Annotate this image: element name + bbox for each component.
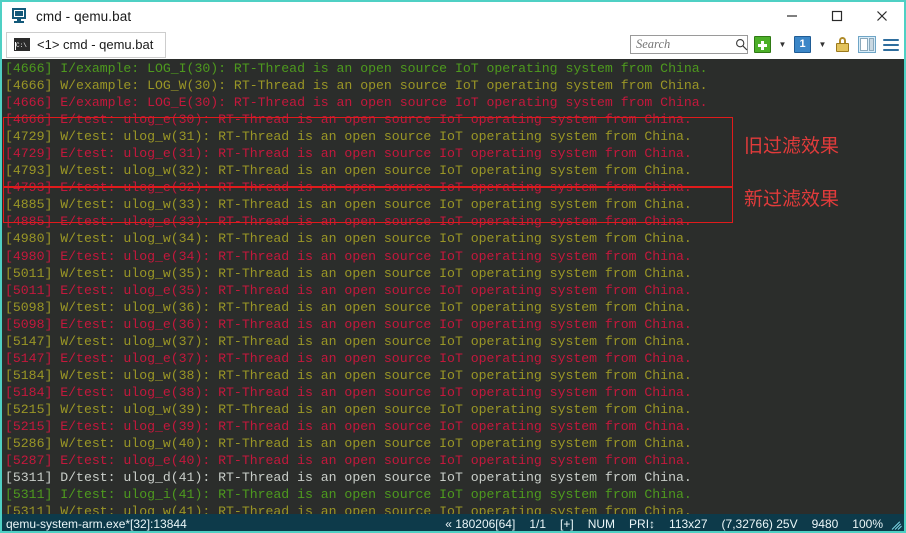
maximize-button[interactable] [814, 2, 859, 30]
tab-cmd-qemu[interactable]: <1> cmd - qemu.bat [6, 32, 166, 58]
annotation-label: 新过滤效果 [744, 190, 839, 209]
close-button[interactable] [859, 2, 904, 30]
tab-strip: <1> cmd - qemu.bat ▼ 1 ▼ [2, 30, 904, 59]
status-scroll-marker: « 180206[64] [438, 517, 522, 531]
status-size: 113x27 [662, 517, 714, 531]
lock-button[interactable] [833, 35, 852, 54]
status-process: qemu-system-arm.exe*[32]:13844 [2, 517, 187, 531]
minimize-button[interactable] [769, 2, 814, 30]
annotation-label: 旧过滤效果 [744, 137, 839, 156]
status-zoom: 100% [845, 517, 890, 531]
padlock-icon [836, 37, 849, 52]
log-line: [4666] E/example: LOG_E(30): RT-Thread i… [5, 94, 904, 111]
log-line: [4666] W/example: LOG_W(30): RT-Thread i… [5, 77, 904, 94]
log-line: [4885] E/test: ulog_e(33): RT-Thread is … [5, 213, 904, 230]
log-line: [4980] W/test: ulog_w(34): RT-Thread is … [5, 230, 904, 247]
window-controls [769, 2, 904, 30]
toolbar: ▼ 1 ▼ [630, 30, 900, 59]
status-tab-index: 1/1 [522, 517, 553, 531]
log-line: [5011] W/test: ulog_w(35): RT-Thread is … [5, 265, 904, 282]
log-line: [5184] W/test: ulog_w(38): RT-Thread is … [5, 367, 904, 384]
search-box[interactable] [630, 35, 748, 54]
status-plus: [+] [553, 517, 581, 531]
log-line: [5147] E/test: ulog_e(37): RT-Thread is … [5, 350, 904, 367]
log-line: [4666] E/test: ulog_e(30): RT-Thread is … [5, 111, 904, 128]
hamburger-menu-icon [883, 39, 899, 51]
log-line: [5147] W/test: ulog_w(37): RT-Thread is … [5, 333, 904, 350]
log-line: [4980] E/test: ulog_e(34): RT-Thread is … [5, 248, 904, 265]
cmd-console-icon [14, 38, 30, 51]
search-icon[interactable] [732, 35, 751, 54]
log-line: [5011] E/test: ulog_e(35): RT-Thread is … [5, 282, 904, 299]
log-line-list: [4666] I/example: LOG_I(30): RT-Thread i… [5, 60, 904, 514]
status-priority: PRI↕ [622, 517, 662, 531]
status-bar: qemu-system-arm.exe*[32]:13844 « 180206[… [2, 514, 904, 533]
status-right-group: « 180206[64] 1/1 [+] NUM PRI↕ 113x27 (7,… [438, 514, 904, 533]
menu-button[interactable] [881, 35, 900, 54]
log-line: [5311] W/test: ulog_w(41): RT-Thread is … [5, 503, 904, 514]
green-plus-icon [754, 36, 771, 53]
log-line: [5311] D/test: ulog_d(41): RT-Thread is … [5, 469, 904, 486]
terminal-output[interactable]: [4666] I/example: LOG_I(30): RT-Thread i… [2, 59, 904, 514]
tab-label: <1> cmd - qemu.bat [37, 37, 153, 52]
log-line: [5215] E/test: ulog_e(39): RT-Thread is … [5, 418, 904, 435]
log-line: [4793] W/test: ulog_w(32): RT-Thread is … [5, 162, 904, 179]
status-num-lock: NUM [581, 517, 622, 531]
new-tab-dropdown-caret[interactable]: ▼ [777, 35, 788, 54]
split-panes-button[interactable] [857, 35, 876, 54]
search-input[interactable] [636, 37, 732, 52]
window-title: cmd - qemu.bat [36, 9, 131, 24]
log-line: [5098] E/test: ulog_e(36): RT-Thread is … [5, 316, 904, 333]
status-cursor: (7,32766) 25V [715, 517, 805, 531]
console-monitor-icon [12, 8, 28, 24]
console-window: cmd - qemu.bat <1> cmd - qemu.bat [0, 0, 906, 533]
title-bar[interactable]: cmd - qemu.bat [2, 2, 904, 30]
log-line: [5184] E/test: ulog_e(38): RT-Thread is … [5, 384, 904, 401]
log-line: [4666] I/example: LOG_I(30): RT-Thread i… [5, 60, 904, 77]
log-line: [5286] W/test: ulog_w(40): RT-Thread is … [5, 435, 904, 452]
window-dropdown-caret[interactable]: ▼ [817, 35, 828, 54]
log-line: [5098] W/test: ulog_w(36): RT-Thread is … [5, 299, 904, 316]
window-number-button[interactable]: 1 [793, 35, 812, 54]
resize-grip-icon[interactable] [890, 514, 904, 533]
status-chars: 9480 [805, 517, 846, 531]
new-tab-button[interactable] [753, 35, 772, 54]
log-line: [5311] I/test: ulog_i(41): RT-Thread is … [5, 486, 904, 503]
split-panes-icon [858, 36, 876, 53]
log-line: [5215] W/test: ulog_w(39): RT-Thread is … [5, 401, 904, 418]
window-1-icon: 1 [794, 36, 811, 53]
log-line: [5287] E/test: ulog_e(40): RT-Thread is … [5, 452, 904, 469]
